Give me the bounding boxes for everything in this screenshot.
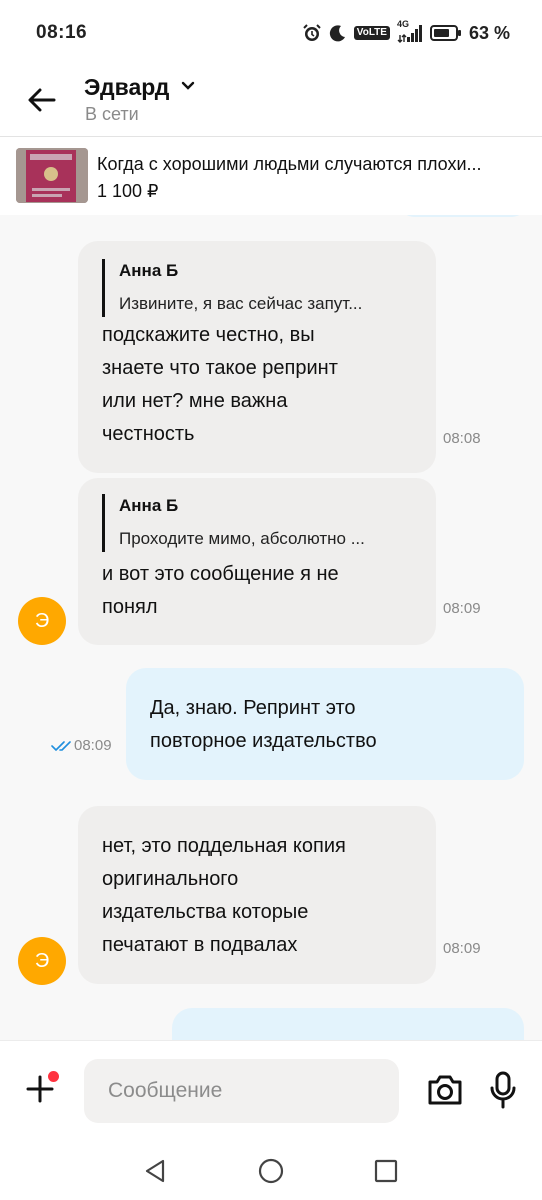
microphone-icon — [490, 1071, 516, 1109]
message-line: честность — [102, 423, 195, 445]
signal-icon: 4G — [397, 19, 423, 43]
reply-author: Анна Б — [119, 496, 179, 515]
camera-icon — [428, 1075, 462, 1105]
network-type: 4G — [396, 19, 409, 29]
message-time: 08:09 — [443, 940, 481, 957]
back-arrow-icon — [28, 88, 56, 112]
message-input[interactable] — [84, 1059, 399, 1123]
message-line: повторное издательство — [150, 730, 377, 752]
message-time: 08:08 — [443, 430, 481, 447]
reply-quote[interactable]: Анна Б Проходите мимо, абсолютно ... — [102, 494, 402, 552]
message-list[interactable]: Анна Б Извините, я вас сейчас запут... п… — [0, 215, 542, 1040]
message-line: подскажите честно, вы — [102, 324, 315, 346]
message-time: 08:09 — [74, 737, 112, 754]
chevron-down-icon[interactable] — [181, 81, 195, 91]
message-text: нет, это поддельная копия оригинального … — [102, 830, 422, 962]
message-line: и вот это сообщение я не — [102, 563, 339, 585]
reply-author: Анна Б — [119, 261, 179, 280]
battery-icon — [429, 24, 462, 42]
message-line: понял — [102, 596, 158, 618]
microphone-button[interactable] — [488, 1071, 518, 1109]
avatar[interactable]: Э — [18, 937, 66, 985]
message-line: печатают в подвалах — [102, 934, 298, 956]
message-line: нет, это поддельная копия — [102, 835, 346, 857]
product-card[interactable]: Когда с хорошими людьми случаются плохи.… — [0, 137, 542, 215]
alarm-icon — [302, 23, 322, 43]
back-triangle-icon — [145, 1159, 165, 1183]
message-line: оригинального — [102, 868, 239, 890]
camera-button[interactable] — [426, 1073, 464, 1107]
message-text: подскажите честно, вы знаете что такое р… — [102, 319, 422, 451]
message-line: или нет? мне важна — [102, 390, 288, 412]
contact-name[interactable]: Эдвард — [84, 74, 169, 101]
message-bubble-outgoing[interactable]: Да, знаю. Репринт это повторное издатель… — [126, 668, 524, 780]
message-bubble-partial — [400, 215, 526, 217]
message-line: знаете что такое репринт — [102, 357, 338, 379]
nav-back-button[interactable] — [140, 1156, 170, 1186]
reply-text: Проходите мимо, абсолютно ... — [119, 529, 365, 548]
message-time: 08:09 — [443, 600, 481, 617]
contact-status: В сети — [85, 104, 139, 124]
product-thumbnail[interactable] — [16, 148, 88, 203]
product-title[interactable]: Когда с хорошими людьми случаются плохи.… — [97, 154, 529, 175]
home-circle-icon — [258, 1158, 284, 1184]
message-bubble[interactable]: Анна Б Проходите мимо, абсолютно ... и в… — [78, 478, 436, 645]
reply-text: Извините, я вас сейчас запут... — [119, 294, 363, 313]
chat-header: Эдвард В сети — [0, 66, 542, 136]
message-text: и вот это сообщение я не понял — [102, 558, 422, 624]
product-price: 1 100 ₽ — [97, 181, 159, 201]
double-check-icon — [51, 741, 71, 751]
message-text: Да, знаю. Репринт это повторное издатель… — [150, 692, 510, 758]
notification-dot — [48, 1071, 59, 1082]
message-bubble-partial — [172, 1008, 524, 1040]
message-line: издательства которые — [102, 901, 309, 923]
message-bubble[interactable]: Анна Б Извините, я вас сейчас запут... п… — [78, 241, 436, 473]
status-time: 08:16 — [36, 22, 88, 43]
message-line: Да, знаю. Репринт это — [150, 697, 356, 719]
moon-icon — [329, 24, 347, 42]
status-bar: 08:16 VoLTE 4G 63 % — [0, 0, 542, 66]
avatar[interactable]: Э — [18, 597, 66, 645]
nav-recents-button[interactable] — [371, 1156, 401, 1186]
volte-icon: VoLTE — [353, 26, 390, 40]
battery-percent: 63 % — [468, 22, 510, 43]
nav-home-button[interactable] — [256, 1156, 286, 1186]
message-bubble[interactable]: нет, это поддельная копия оригинального … — [78, 806, 436, 984]
reply-quote[interactable]: Анна Б Извините, я вас сейчас запут... — [102, 259, 402, 317]
back-button[interactable] — [22, 82, 62, 118]
recents-square-icon — [374, 1159, 398, 1183]
composer-bar — [0, 1040, 542, 1140]
status-icons: VoLTE 4G 63 % — [302, 19, 510, 46]
system-nav-bar — [0, 1140, 542, 1200]
